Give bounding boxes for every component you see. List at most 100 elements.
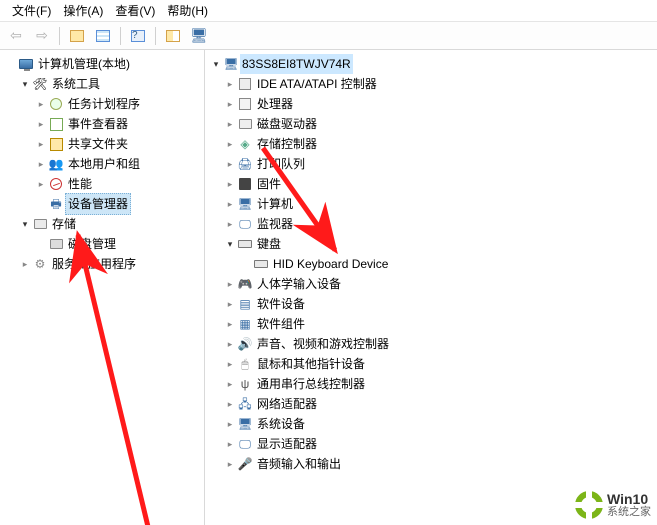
device-disk-drives[interactable]: ▸ 磁盘驱动器 bbox=[205, 114, 657, 134]
tree-root-computer-mgmt[interactable]: 计算机管理(本地) bbox=[0, 54, 204, 74]
tree-label: 存储 bbox=[52, 214, 76, 234]
device-monitors[interactable]: ▸ 🖵 监视器 bbox=[205, 214, 657, 234]
nav-back-button[interactable]: ⇦ bbox=[4, 25, 28, 47]
show-hidden-button[interactable]: 🖥 bbox=[187, 25, 211, 47]
chevron-right-icon[interactable]: ▸ bbox=[223, 194, 237, 214]
chevron-right-icon[interactable]: ▸ bbox=[223, 354, 237, 374]
view-mode-button[interactable] bbox=[161, 25, 185, 47]
chevron-right-icon[interactable]: ▸ bbox=[223, 374, 237, 394]
chevron-right-icon[interactable]: ▸ bbox=[223, 114, 237, 134]
chevron-right-icon[interactable]: ▸ bbox=[223, 274, 237, 294]
mouse-icon: 🖱 bbox=[237, 356, 253, 372]
menu-file[interactable]: 文件(F) bbox=[6, 0, 57, 21]
menu-view[interactable]: 查看(V) bbox=[109, 0, 161, 21]
device-hid[interactable]: ▸ 🎮 人体学输入设备 bbox=[205, 274, 657, 294]
disk-icon bbox=[48, 236, 64, 252]
device-keyboards[interactable]: ▾ 键盘 bbox=[205, 234, 657, 254]
tree-shared-folders[interactable]: ▸ 共享文件夹 bbox=[0, 134, 204, 154]
properties-button[interactable] bbox=[91, 25, 115, 47]
columns-icon bbox=[166, 30, 180, 42]
chevron-right-icon[interactable]: ▸ bbox=[34, 174, 48, 194]
computer-icon: 🖥 bbox=[223, 56, 239, 72]
component-icon: ▦ bbox=[237, 316, 253, 332]
chevron-right-icon[interactable]: ▸ bbox=[223, 74, 237, 94]
controller-icon: ◈ bbox=[237, 136, 253, 152]
device-storage-controllers[interactable]: ▸ ◈ 存储控制器 bbox=[205, 134, 657, 154]
storage-icon bbox=[32, 216, 48, 232]
chevron-right-icon[interactable]: ▸ bbox=[34, 114, 48, 134]
toolbar-separator bbox=[59, 27, 60, 45]
device-mice[interactable]: ▸ 🖱 鼠标和其他指针设备 bbox=[205, 354, 657, 374]
device-label: 声音、视频和游戏控制器 bbox=[257, 334, 389, 354]
chevron-right-icon[interactable]: ▸ bbox=[223, 394, 237, 414]
tree-task-scheduler[interactable]: ▸ 任务计划程序 bbox=[0, 94, 204, 114]
chevron-right-icon[interactable]: ▸ bbox=[223, 314, 237, 334]
device-print-queues[interactable]: ▸ 🖨 打印队列 bbox=[205, 154, 657, 174]
device-network[interactable]: ▸ 🖧 网络适配器 bbox=[205, 394, 657, 414]
device-processors[interactable]: ▸ 处理器 bbox=[205, 94, 657, 114]
keyboard-icon bbox=[253, 256, 269, 272]
device-label: 软件设备 bbox=[257, 294, 305, 314]
device-computer[interactable]: ▸ 🖥 计算机 bbox=[205, 194, 657, 214]
chevron-down-icon[interactable]: ▾ bbox=[18, 74, 32, 94]
network-icon: 🖧 bbox=[237, 396, 253, 412]
chevron-right-icon[interactable]: ▸ bbox=[223, 154, 237, 174]
device-label: 人体学输入设备 bbox=[257, 274, 341, 294]
tree-local-users[interactable]: ▸ 👥 本地用户和组 bbox=[0, 154, 204, 174]
chevron-right-icon[interactable]: ▸ bbox=[223, 434, 237, 454]
chevron-right-icon[interactable]: ▸ bbox=[223, 334, 237, 354]
help-button[interactable]: ? bbox=[126, 25, 150, 47]
tree-label: 设备管理器 bbox=[65, 193, 131, 215]
device-firmware[interactable]: ▸ 固件 bbox=[205, 174, 657, 194]
chevron-right-icon[interactable]: ▸ bbox=[18, 254, 32, 274]
chevron-right-icon[interactable]: ▸ bbox=[223, 174, 237, 194]
content-area: 计算机管理(本地) ▾ 🛠 系统工具 ▸ 任务计划程序 ▸ 事件查看器 ▸ 共享… bbox=[0, 50, 657, 525]
tree-services-apps[interactable]: ▸ ⚙ 服务和应用程序 bbox=[0, 254, 204, 274]
watermark: Win10 系统之家 bbox=[575, 491, 651, 519]
tree-system-tools[interactable]: ▾ 🛠 系统工具 bbox=[0, 74, 204, 94]
chevron-down-icon[interactable]: ▾ bbox=[18, 214, 32, 234]
toolbar-separator-3 bbox=[155, 27, 156, 45]
tree-storage[interactable]: ▾ 存储 bbox=[0, 214, 204, 234]
chevron-down-icon[interactable]: ▾ bbox=[209, 54, 223, 74]
chevron-right-icon[interactable]: ▸ bbox=[223, 94, 237, 114]
tree-event-viewer[interactable]: ▸ 事件查看器 bbox=[0, 114, 204, 134]
hid-icon: 🎮 bbox=[237, 276, 253, 292]
device-system-devices[interactable]: ▸ 🖥 系统设备 bbox=[205, 414, 657, 434]
device-label: 鼠标和其他指针设备 bbox=[257, 354, 365, 374]
menu-action[interactable]: 操作(A) bbox=[57, 0, 109, 21]
chevron-right-icon[interactable]: ▸ bbox=[223, 294, 237, 314]
device-label: 通用串行总线控制器 bbox=[257, 374, 365, 394]
chevron-right-icon[interactable]: ▸ bbox=[34, 154, 48, 174]
device-label: 打印队列 bbox=[257, 154, 305, 174]
device-software-components[interactable]: ▸ ▦ 软件组件 bbox=[205, 314, 657, 334]
sound-icon: 🔊 bbox=[237, 336, 253, 352]
device-audio-io[interactable]: ▸ 🎤 音频输入和输出 bbox=[205, 454, 657, 474]
menu-help[interactable]: 帮助(H) bbox=[161, 0, 214, 21]
device-display[interactable]: ▸ 🖵 显示适配器 bbox=[205, 434, 657, 454]
chevron-right-icon[interactable]: ▸ bbox=[34, 134, 48, 154]
chevron-right-icon[interactable]: ▸ bbox=[223, 454, 237, 474]
device-label: 键盘 bbox=[257, 234, 281, 254]
device-sound[interactable]: ▸ 🔊 声音、视频和游戏控制器 bbox=[205, 334, 657, 354]
nav-forward-button[interactable]: ⇨ bbox=[30, 25, 54, 47]
show-hide-tree-button[interactable] bbox=[65, 25, 89, 47]
tree-device-manager[interactable]: 🖶 设备管理器 bbox=[0, 194, 204, 214]
chevron-right-icon[interactable]: ▸ bbox=[223, 134, 237, 154]
device-root[interactable]: ▾ 🖥 83SS8EI8TWJV74R bbox=[205, 54, 657, 74]
tree-disk-mgmt[interactable]: 磁盘管理 bbox=[0, 234, 204, 254]
device-hid-keyboard[interactable]: HID Keyboard Device bbox=[205, 254, 657, 274]
users-icon: 👥 bbox=[48, 156, 64, 172]
chevron-right-icon[interactable]: ▸ bbox=[223, 414, 237, 434]
navigation-tree: 计算机管理(本地) ▾ 🛠 系统工具 ▸ 任务计划程序 ▸ 事件查看器 ▸ 共享… bbox=[0, 50, 205, 525]
chevron-down-icon[interactable]: ▾ bbox=[223, 234, 237, 254]
chevron-right-icon[interactable]: ▸ bbox=[223, 214, 237, 234]
keyboard-icon bbox=[237, 236, 253, 252]
device-usb[interactable]: ▸ ψ 通用串行总线控制器 bbox=[205, 374, 657, 394]
device-software-devices[interactable]: ▸ ▤ 软件设备 bbox=[205, 294, 657, 314]
device-label: 处理器 bbox=[257, 94, 293, 114]
tree-performance[interactable]: ▸ 性能 bbox=[0, 174, 204, 194]
tools-icon: 🛠 bbox=[32, 76, 48, 92]
device-ide[interactable]: ▸ IDE ATA/ATAPI 控制器 bbox=[205, 74, 657, 94]
chevron-right-icon[interactable]: ▸ bbox=[34, 94, 48, 114]
